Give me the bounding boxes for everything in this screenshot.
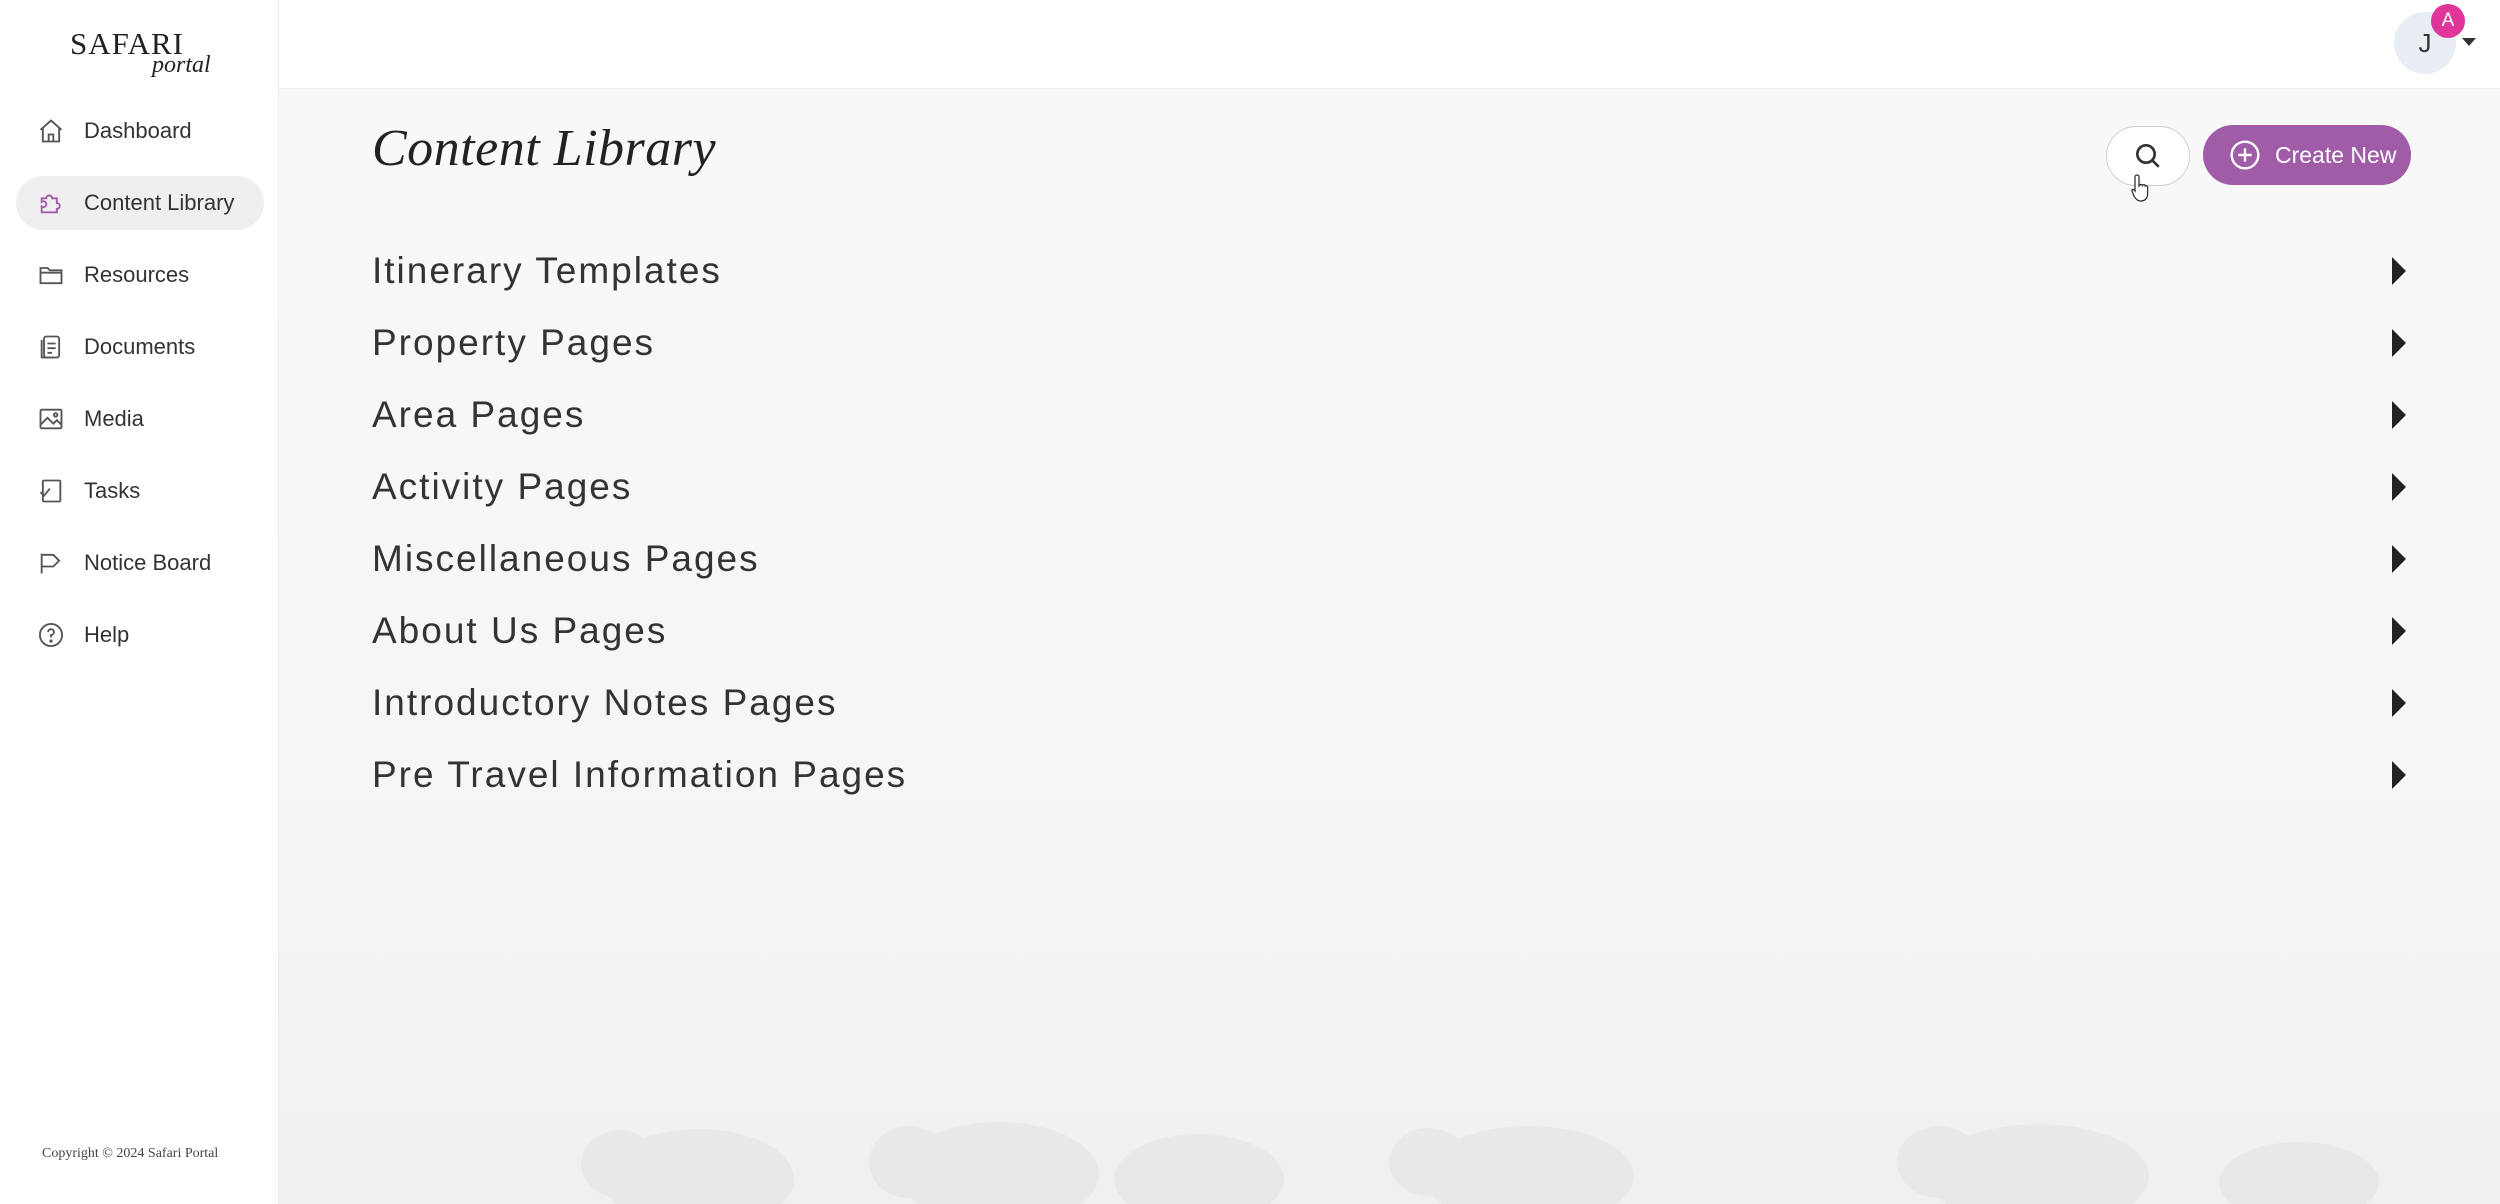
expand-caret-icon[interactable] [2392,689,2406,717]
task-icon [36,476,66,506]
section-introductory-notes-pages[interactable]: Introductory Notes Pages [372,664,2412,742]
help-icon [36,620,66,650]
section-miscellaneous-pages[interactable]: Miscellaneous Pages [372,520,2412,598]
copyright-text: Copyright © 2024 Safari Portal [42,1146,219,1161]
section-label: Property Pages [372,322,656,363]
sidebar-item-label: Notice Board [84,550,212,575]
sidebar-item-label: Resources [84,262,190,287]
search-icon [2136,144,2160,168]
image-icon [36,404,66,434]
sidebar-item-notice-board[interactable]: Notice Board [16,536,264,590]
sidebar-item-label: Documents [84,334,196,359]
document-icon [36,332,66,362]
sidebar-item-label: Media [84,406,144,431]
section-label: Pre Travel Information Pages [372,754,908,795]
sidebar-item-tasks[interactable]: Tasks [16,464,264,518]
expand-caret-icon[interactable] [2392,401,2406,429]
sidebar-item-dashboard[interactable]: Dashboard [16,104,264,158]
section-label: Activity Pages [372,466,633,507]
avatar-badge: A [2431,4,2465,38]
sidebar-item-documents[interactable]: Documents [16,320,264,374]
expand-caret-icon[interactable] [2392,329,2406,357]
home-icon [36,116,66,146]
content-sections: Itinerary Templates Property Pages Area … [372,232,2412,814]
section-about-us-pages[interactable]: About Us Pages [372,592,2412,670]
section-property-pages[interactable]: Property Pages [372,304,2412,382]
sidebar-item-resources[interactable]: Resources [16,248,264,302]
section-pre-travel-information-pages[interactable]: Pre Travel Information Pages [372,736,2412,814]
create-new-label: Create New [2275,141,2397,168]
expand-caret-icon[interactable] [2392,545,2406,573]
elephant-silhouette-background [581,1122,2379,1204]
puzzle-icon [36,188,66,218]
sidebar: SAFARI portal Dashboard Content Library … [0,0,279,1204]
sidebar-item-label: Tasks [84,478,141,503]
section-label: Miscellaneous Pages [372,538,760,579]
expand-caret-icon[interactable] [2392,473,2406,501]
section-label: Area Pages [372,394,586,435]
expand-caret-icon[interactable] [2392,761,2406,789]
sidebar-item-label: Help [84,622,130,647]
sidebar-nav: Dashboard Content Library Resources Docu… [16,104,264,680]
sidebar-item-label: Dashboard [84,118,192,143]
sidebar-item-label: Content Library [84,190,235,215]
section-area-pages[interactable]: Area Pages [372,376,2412,454]
section-label: Introductory Notes Pages [372,682,838,723]
sidebar-item-media[interactable]: Media [16,392,264,446]
section-label: About Us Pages [372,610,668,651]
expand-caret-icon[interactable] [2392,257,2406,285]
expand-caret-icon[interactable] [2392,617,2406,645]
section-label: Itinerary Templates [372,250,722,291]
main-content: Content Library Create New Itinerary Tem… [279,89,2500,1204]
logo-subtext: portal [152,52,211,78]
account-menu-caret-icon[interactable] [2462,38,2476,46]
create-new-button[interactable]: Create New [2203,125,2411,185]
avatar-initial: J [2418,27,2432,58]
section-activity-pages[interactable]: Activity Pages [372,448,2412,526]
top-bar [279,0,2500,89]
page-title: Content Library [372,120,717,177]
flag-icon [36,548,66,578]
sidebar-item-content-library[interactable]: Content Library [16,176,264,230]
section-itinerary-templates[interactable]: Itinerary Templates [372,232,2412,310]
folder-icon [36,260,66,290]
safari-portal-logo[interactable]: SAFARI portal [68,26,218,78]
plus-circle-icon [2230,140,2260,170]
hand-cursor-icon [2131,174,2149,202]
sidebar-item-help[interactable]: Help [16,608,264,662]
